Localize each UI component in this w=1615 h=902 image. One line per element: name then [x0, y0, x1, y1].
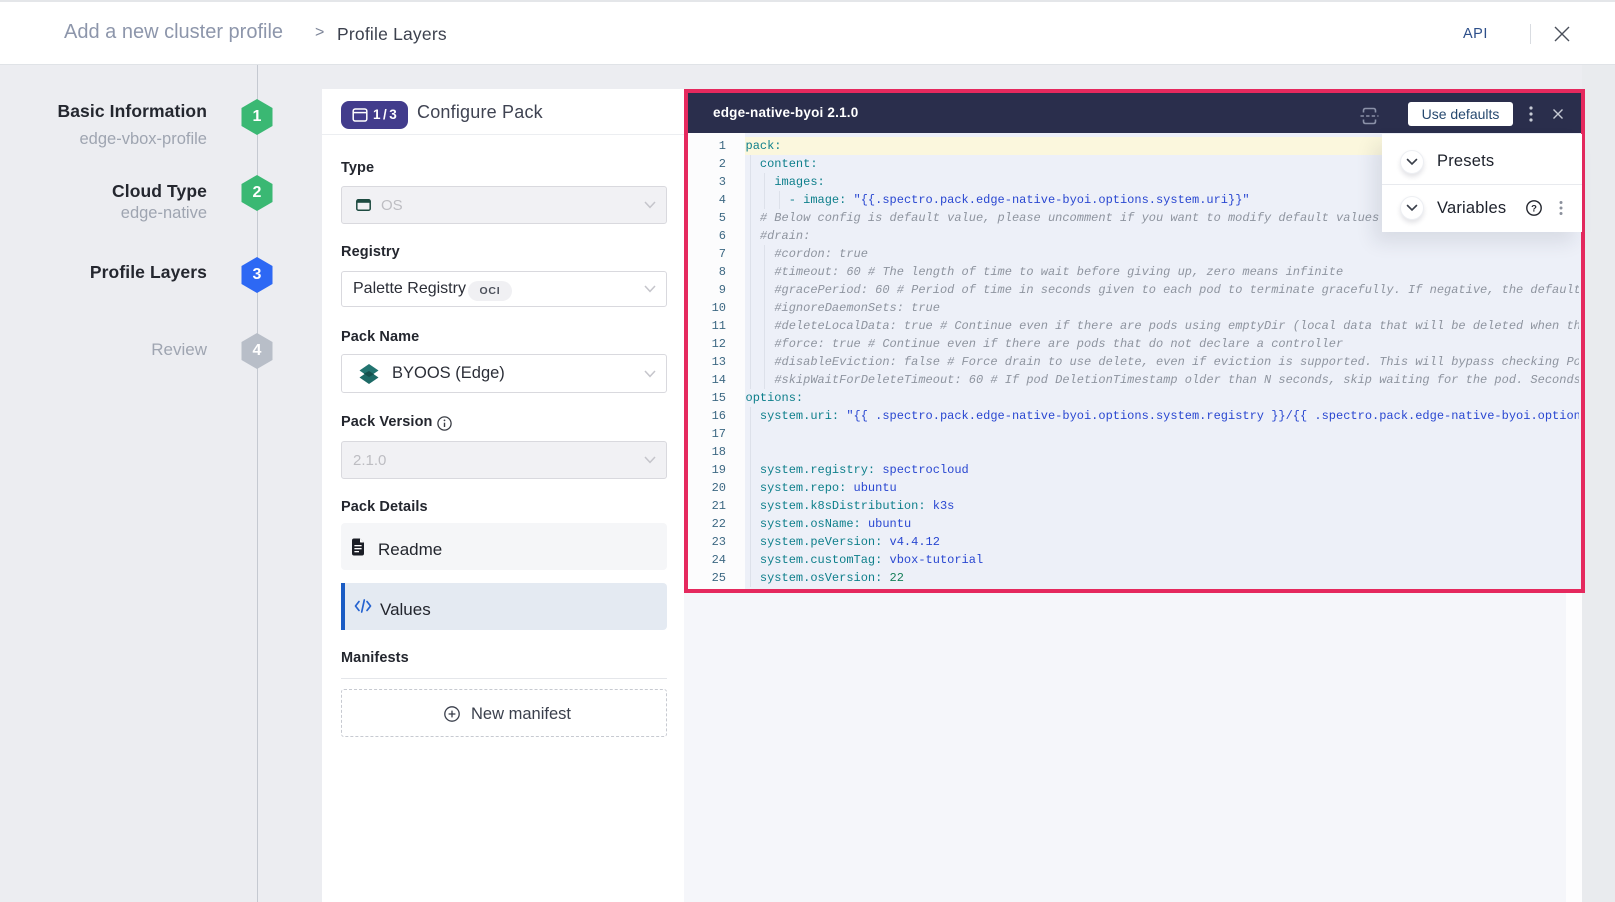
svg-text:?: ? — [1531, 203, 1537, 214]
